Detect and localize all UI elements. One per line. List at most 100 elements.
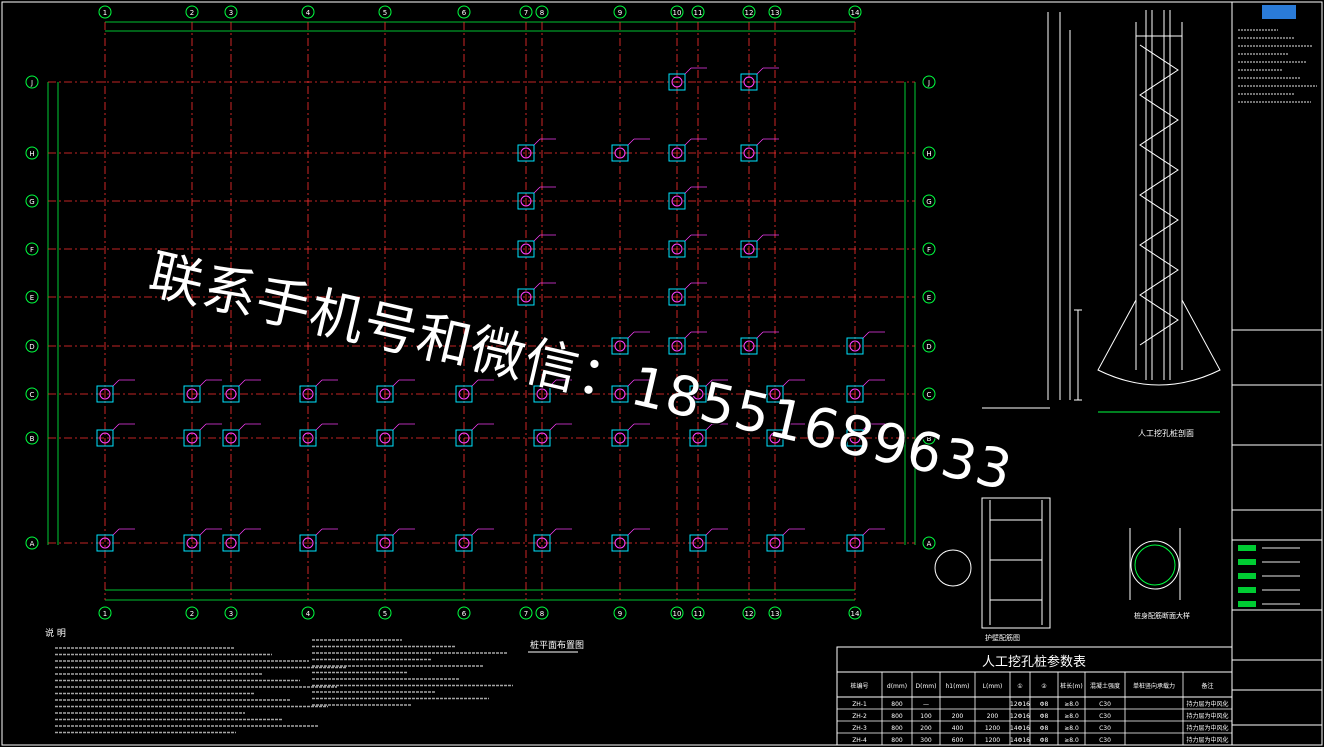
- table-cell: 800: [891, 713, 903, 720]
- pile: [846, 331, 885, 355]
- pile: [740, 138, 779, 162]
- pile: [740, 234, 779, 258]
- axis-bubble-4: 4: [301, 5, 315, 19]
- table-cell: 200: [952, 713, 964, 720]
- pile: [533, 379, 572, 403]
- pile: [183, 528, 222, 552]
- notes-title: 说 明: [45, 627, 66, 639]
- axis-bubble-H: H: [25, 146, 39, 160]
- svg-text:5: 5: [383, 610, 387, 618]
- axis-bubble-B: B: [922, 431, 936, 445]
- table-cell: ≥8.0: [1064, 725, 1079, 732]
- pile: [689, 379, 728, 403]
- pile: [299, 423, 338, 447]
- table-header: 混凝土强度: [1090, 682, 1120, 690]
- axis-bubble-C: C: [25, 387, 39, 401]
- svg-text:H: H: [926, 150, 931, 158]
- table-cell: C30: [1099, 713, 1111, 720]
- axis-bubble-C: C: [922, 387, 936, 401]
- svg-text:11: 11: [694, 9, 703, 17]
- svg-text:10: 10: [673, 9, 682, 17]
- pile: [611, 379, 650, 403]
- table-cell: C30: [1099, 737, 1111, 744]
- svg-text:9: 9: [618, 610, 622, 618]
- pile: [846, 528, 885, 552]
- svg-text:F: F: [927, 246, 931, 254]
- pile: [222, 423, 261, 447]
- table-header: 单桩竖向承载力: [1133, 682, 1175, 690]
- axis-bubble-2: 2: [185, 606, 199, 620]
- axis-bubble-F: F: [922, 242, 936, 256]
- pile-section-elevation: [1047, 10, 1221, 413]
- table-cell: 800: [891, 737, 903, 744]
- table-header: 备注: [1201, 682, 1213, 690]
- axis-bubble-A: A: [25, 536, 39, 550]
- svg-text:4: 4: [306, 610, 311, 618]
- cad-drawing: 11223344556677889910101111121213131414J J…: [1, 1, 1323, 746]
- grid-axes: [48, 22, 915, 600]
- svg-text:A: A: [30, 540, 35, 548]
- pile: [740, 331, 779, 355]
- svg-text:D: D: [29, 343, 34, 351]
- pile-layout: [96, 67, 885, 552]
- pile: [611, 138, 650, 162]
- table-cell: —: [923, 701, 929, 708]
- table-cell: 14Φ16: [1010, 725, 1030, 732]
- pile: [668, 282, 707, 306]
- table-cell: 1200: [985, 725, 1000, 732]
- table-cell: 300: [920, 737, 932, 744]
- table-header: ②: [1041, 683, 1047, 690]
- pile: [299, 379, 338, 403]
- svg-text:D: D: [926, 343, 931, 351]
- pile: [517, 282, 556, 306]
- svg-text:C: C: [927, 391, 932, 399]
- pile: [668, 138, 707, 162]
- table-cell: 800: [891, 725, 903, 732]
- pile: [611, 528, 650, 552]
- pile: [611, 331, 650, 355]
- axis-bubble-3: 3: [224, 606, 238, 620]
- axis-bubble-E: E: [25, 290, 39, 304]
- pile: [96, 423, 135, 447]
- axis-bubble-12: 12: [742, 606, 756, 620]
- svg-text:13: 13: [771, 610, 780, 618]
- pile: [455, 528, 494, 552]
- pile: [533, 528, 572, 552]
- pile: [668, 67, 707, 91]
- detail2-title: 桩身配筋断面大样: [1134, 611, 1190, 620]
- svg-text:7: 7: [524, 9, 528, 17]
- pile: [455, 423, 494, 447]
- svg-text:3: 3: [229, 610, 233, 618]
- svg-text:F: F: [30, 246, 34, 254]
- axis-bubble-J: J: [25, 75, 39, 89]
- axis-bubble-B: B: [25, 431, 39, 445]
- title-block: [1231, 2, 1322, 745]
- svg-text:12: 12: [745, 9, 754, 17]
- svg-text:10: 10: [673, 610, 682, 618]
- axis-bubble-6: 6: [457, 5, 471, 19]
- pile: [689, 528, 728, 552]
- axis-bubble-1: 1: [98, 606, 112, 620]
- pile: [668, 234, 707, 258]
- svg-text:8: 8: [540, 9, 544, 17]
- table-cell: ZH-1: [852, 701, 867, 708]
- axis-bubble-11: 11: [691, 606, 705, 620]
- svg-text:6: 6: [462, 9, 467, 17]
- table-cell: ZH-4: [852, 737, 867, 744]
- company-logo: [1262, 5, 1296, 19]
- notes-text: [55, 639, 513, 734]
- pile: [222, 528, 261, 552]
- pile: [376, 379, 415, 403]
- axis-bubble-11: 11: [691, 5, 705, 19]
- axis-bubble-2: 2: [185, 5, 199, 19]
- pile: [611, 423, 650, 447]
- table-cell: C30: [1099, 701, 1111, 708]
- axis-bubble-9: 9: [613, 606, 627, 620]
- pile: [376, 528, 415, 552]
- svg-text:13: 13: [771, 9, 780, 17]
- table-cell: 持力层为中风化: [1186, 700, 1228, 708]
- table-cell: Φ8: [1040, 713, 1049, 720]
- pile: [183, 379, 222, 403]
- axis-bubble-1: 1: [98, 5, 112, 19]
- pile: [689, 423, 728, 447]
